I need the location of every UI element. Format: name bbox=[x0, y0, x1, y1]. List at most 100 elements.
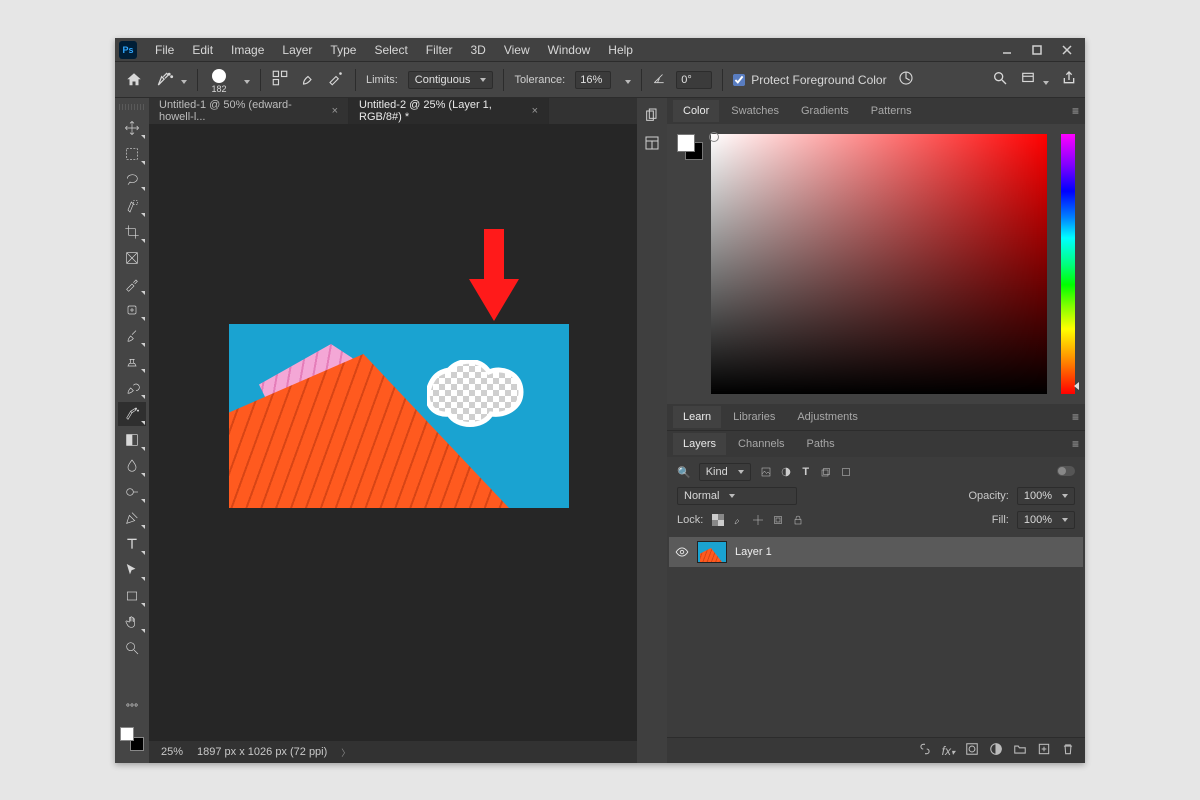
lock-position-icon[interactable] bbox=[751, 513, 765, 527]
panel-menu-icon[interactable]: ≡ bbox=[1072, 104, 1079, 118]
add-adjustment-icon[interactable] bbox=[989, 742, 1003, 759]
fg-bg-swatches[interactable] bbox=[677, 134, 703, 160]
tolerance-input[interactable]: 16% bbox=[575, 71, 611, 89]
layer-name[interactable]: Layer 1 bbox=[735, 546, 772, 558]
lock-all-icon[interactable] bbox=[791, 513, 805, 527]
search-icon[interactable]: 🔍 bbox=[677, 466, 691, 479]
brush-settings-icon[interactable] bbox=[271, 69, 289, 90]
menu-file[interactable]: File bbox=[147, 40, 182, 60]
filter-pixel-icon[interactable] bbox=[759, 465, 773, 479]
menu-view[interactable]: View bbox=[496, 40, 538, 60]
limits-select[interactable]: Contiguous bbox=[408, 71, 494, 89]
share-icon[interactable] bbox=[1061, 70, 1077, 89]
history-panel-icon[interactable] bbox=[641, 104, 663, 126]
delete-layer-icon[interactable] bbox=[1061, 742, 1075, 759]
window-minimize[interactable] bbox=[993, 40, 1021, 60]
history-brush-tool[interactable] bbox=[118, 376, 146, 400]
window-maximize[interactable] bbox=[1023, 40, 1051, 60]
brush-preset[interactable]: 182 bbox=[208, 65, 230, 94]
brush-tool[interactable] bbox=[118, 324, 146, 348]
move-tool[interactable] bbox=[118, 116, 146, 140]
menu-window[interactable]: Window bbox=[540, 40, 599, 60]
properties-panel-icon[interactable] bbox=[641, 132, 663, 154]
marquee-tool[interactable] bbox=[118, 142, 146, 166]
visibility-icon[interactable] bbox=[675, 545, 689, 559]
panel-menu-icon[interactable]: ≡ bbox=[1072, 410, 1079, 424]
tab-libraries[interactable]: Libraries bbox=[723, 406, 785, 428]
clone-stamp-tool[interactable] bbox=[118, 350, 146, 374]
menu-3d[interactable]: 3D bbox=[462, 40, 493, 60]
zoom-value[interactable]: 25% bbox=[161, 746, 183, 758]
filter-toggle[interactable] bbox=[1057, 466, 1075, 479]
blend-mode-select[interactable]: Normal bbox=[677, 487, 797, 505]
hue-slider-handle[interactable] bbox=[1074, 382, 1079, 390]
menu-type[interactable]: Type bbox=[322, 40, 364, 60]
tab-color[interactable]: Color bbox=[673, 100, 719, 122]
tab-swatches[interactable]: Swatches bbox=[721, 100, 789, 122]
tab-adjustments[interactable]: Adjustments bbox=[787, 406, 868, 428]
filter-adjust-icon[interactable] bbox=[779, 465, 793, 479]
lock-pixels-icon[interactable] bbox=[731, 513, 745, 527]
opacity-input[interactable]: 100% bbox=[1017, 487, 1075, 505]
layer-filter-select[interactable]: Kind bbox=[699, 463, 751, 481]
quick-select-tool[interactable] bbox=[118, 194, 146, 218]
filter-smart-icon[interactable] bbox=[839, 465, 853, 479]
edit-toolbar-icon[interactable] bbox=[118, 693, 146, 717]
layer-fx-icon[interactable]: fx▾ bbox=[942, 744, 955, 758]
path-select-tool[interactable] bbox=[118, 558, 146, 582]
tab-paths[interactable]: Paths bbox=[797, 433, 845, 455]
type-tool[interactable] bbox=[118, 532, 146, 556]
color-swatches[interactable] bbox=[120, 727, 144, 751]
search-icon[interactable] bbox=[992, 70, 1008, 89]
menu-filter[interactable]: Filter bbox=[418, 40, 461, 60]
lock-artboard-icon[interactable] bbox=[771, 513, 785, 527]
pressure-size-icon[interactable] bbox=[897, 69, 915, 90]
new-layer-icon[interactable] bbox=[1037, 742, 1051, 759]
fill-input[interactable]: 100% bbox=[1017, 511, 1075, 529]
window-close[interactable] bbox=[1053, 40, 1081, 60]
new-group-icon[interactable] bbox=[1013, 742, 1027, 759]
layer-list[interactable]: Layer 1 bbox=[667, 535, 1085, 737]
menu-edit[interactable]: Edit bbox=[184, 40, 221, 60]
angle-input[interactable]: 0° bbox=[676, 71, 712, 89]
tab-channels[interactable]: Channels bbox=[728, 433, 794, 455]
tool-preset-picker[interactable] bbox=[155, 70, 187, 90]
eraser-tool[interactable] bbox=[118, 402, 146, 426]
home-button[interactable] bbox=[123, 69, 145, 91]
hand-tool[interactable] bbox=[118, 610, 146, 634]
layer-filter-icons[interactable]: T bbox=[759, 465, 853, 479]
protect-fg-checkbox[interactable]: Protect Foreground Color bbox=[733, 73, 886, 87]
frame-tool[interactable] bbox=[118, 246, 146, 270]
menu-layer[interactable]: Layer bbox=[274, 40, 320, 60]
workspace-switcher[interactable] bbox=[1020, 71, 1049, 88]
canvas-viewport[interactable] bbox=[149, 124, 637, 741]
filter-shape-icon[interactable] bbox=[819, 465, 833, 479]
menu-help[interactable]: Help bbox=[600, 40, 641, 60]
zoom-tool[interactable] bbox=[118, 636, 146, 660]
airbrush-icon[interactable] bbox=[327, 69, 345, 90]
close-icon[interactable]: × bbox=[332, 105, 338, 117]
blur-tool[interactable] bbox=[118, 454, 146, 478]
document-tab-1[interactable]: Untitled-1 @ 50% (edward-howell-l... × bbox=[149, 98, 349, 124]
lock-transparency-icon[interactable] bbox=[711, 513, 725, 527]
panel-grip[interactable] bbox=[119, 104, 145, 110]
menu-image[interactable]: Image bbox=[223, 40, 272, 60]
healing-brush-tool[interactable] bbox=[118, 298, 146, 322]
panel-menu-icon[interactable]: ≡ bbox=[1072, 437, 1079, 451]
gradient-tool[interactable] bbox=[118, 428, 146, 452]
link-layers-icon[interactable] bbox=[918, 742, 932, 759]
tab-patterns[interactable]: Patterns bbox=[861, 100, 922, 122]
tab-learn[interactable]: Learn bbox=[673, 406, 721, 428]
eyedropper-tool[interactable] bbox=[118, 272, 146, 296]
canvas[interactable] bbox=[229, 324, 569, 508]
menu-select[interactable]: Select bbox=[366, 40, 415, 60]
filter-type-icon[interactable]: T bbox=[799, 465, 813, 479]
layer-row[interactable]: Layer 1 bbox=[669, 537, 1083, 567]
rectangle-tool[interactable] bbox=[118, 584, 146, 608]
pen-tool[interactable] bbox=[118, 506, 146, 530]
crop-tool[interactable] bbox=[118, 220, 146, 244]
add-mask-icon[interactable] bbox=[965, 742, 979, 759]
tab-layers[interactable]: Layers bbox=[673, 433, 726, 455]
hue-slider[interactable] bbox=[1061, 134, 1075, 394]
close-icon[interactable]: × bbox=[532, 105, 538, 117]
